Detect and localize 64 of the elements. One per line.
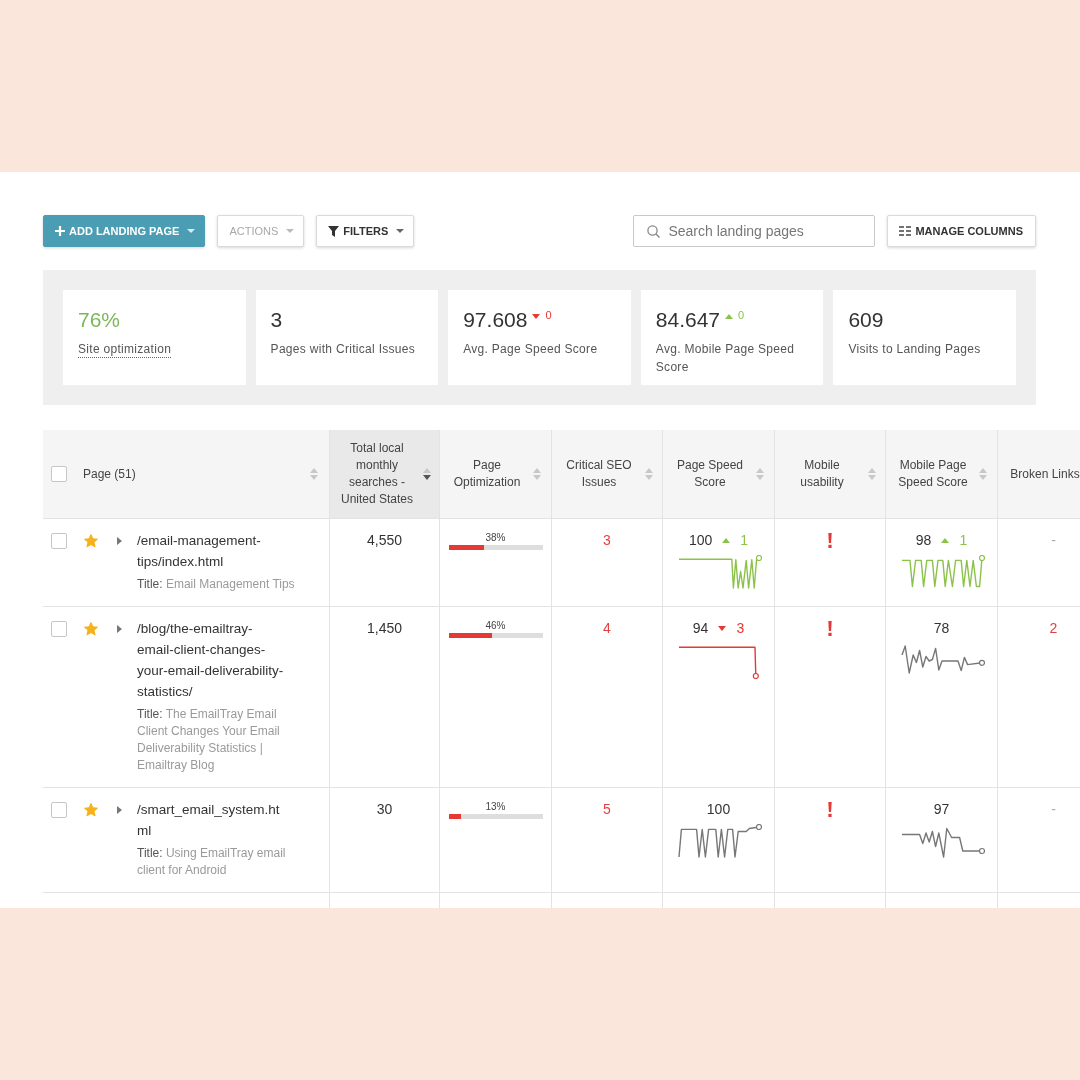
broken-links-count: -: [1051, 800, 1056, 819]
row-checkbox[interactable]: [51, 621, 67, 637]
caret-right-icon[interactable]: [117, 537, 122, 545]
issue-count: 4: [603, 619, 611, 638]
page-title: Title: Using EmailTray email client for Android: [137, 845, 287, 879]
page-title: Title: Email Management Tips: [137, 576, 296, 593]
speed-score: 97: [933, 800, 950, 819]
star-icon[interactable]: [84, 622, 98, 636]
issue-count: 3: [603, 531, 611, 550]
score-change: 1: [740, 531, 749, 550]
stat-value: 84.647: [655, 308, 721, 332]
filter-button[interactable]: FILTERS: [316, 215, 415, 247]
stat-change: 0: [738, 309, 745, 321]
star-icon[interactable]: [84, 803, 98, 817]
issue-count: 5: [603, 800, 611, 819]
select-all-checkbox[interactable]: [51, 466, 67, 482]
search-volume: 30: [376, 800, 393, 819]
plus-icon: [55, 226, 65, 236]
manage-columns-button[interactable]: MANAGE COLUMNS: [887, 215, 1036, 247]
caret-right-icon[interactable]: [117, 806, 122, 814]
score-change: 3: [736, 619, 745, 638]
speed-score: 100: [688, 531, 713, 550]
caret-right-icon[interactable]: [117, 625, 122, 633]
columns-icon: [899, 226, 912, 236]
column-header[interactable]: Page Speed Score: [671, 457, 749, 491]
row-checkbox[interactable]: [51, 533, 67, 549]
stat-value: 76%: [78, 308, 121, 332]
star-icon[interactable]: [84, 534, 98, 548]
sort-icon[interactable]: [423, 468, 431, 480]
page-title: Title: The EmailTray Email Client Changes Your Email Deliverability Statistics | Emailtray Blog: [137, 706, 281, 774]
progress-reading: 13%: [485, 801, 506, 813]
speed-score: 100: [706, 800, 731, 819]
broken-links-count: -: [1051, 531, 1056, 550]
stat-value: 3: [270, 308, 283, 332]
search-volume: 4,550: [366, 531, 402, 550]
speed-score: 94: [692, 619, 709, 638]
column-header[interactable]: Page (51): [83, 467, 310, 481]
stat-label: Visits to Landing Pages: [848, 341, 981, 358]
search-volume: 1,450: [366, 619, 402, 638]
column-header[interactable]: Mobile usability: [783, 457, 861, 491]
column-header[interactable]: Critical SEO Issues: [560, 457, 638, 491]
column-header[interactable]: Mobile Page Speed Score: [894, 457, 972, 491]
progress-reading: 38%: [485, 532, 506, 544]
stat-value: 97.608: [463, 308, 528, 332]
stat-change: 0: [545, 309, 552, 321]
score-change: 1: [959, 531, 968, 550]
speed-score: 78: [933, 619, 950, 638]
stat-label: Avg. Page Speed Score: [463, 341, 598, 358]
progress-reading: 46%: [485, 620, 506, 632]
row-checkbox[interactable]: [51, 802, 67, 818]
broken-links-count: 2: [1049, 619, 1058, 638]
page-path[interactable]: /smart_email_system.html: [137, 799, 285, 841]
funnel-icon: [328, 225, 340, 237]
column-header[interactable]: Broken Links: [1010, 465, 1080, 483]
stat-label: Pages with Critical Issues: [270, 341, 416, 358]
page-path[interactable]: /blog/the-emailtray-email-client-changes-your-email-deliverability-statistics/: [137, 618, 285, 702]
page-path[interactable]: /email-management-tips/index.html: [137, 530, 285, 572]
column-header[interactable]: Page Optimization: [448, 457, 526, 491]
search-field[interactable]: Search landing pages: [633, 215, 876, 247]
search-icon: [647, 225, 661, 238]
speed-score: 98: [915, 531, 932, 550]
stat-value: 609: [848, 308, 884, 332]
stat-label: Site optimization: [78, 341, 172, 358]
stat-label: Avg. Mobile Page Speed Score: [655, 341, 796, 376]
